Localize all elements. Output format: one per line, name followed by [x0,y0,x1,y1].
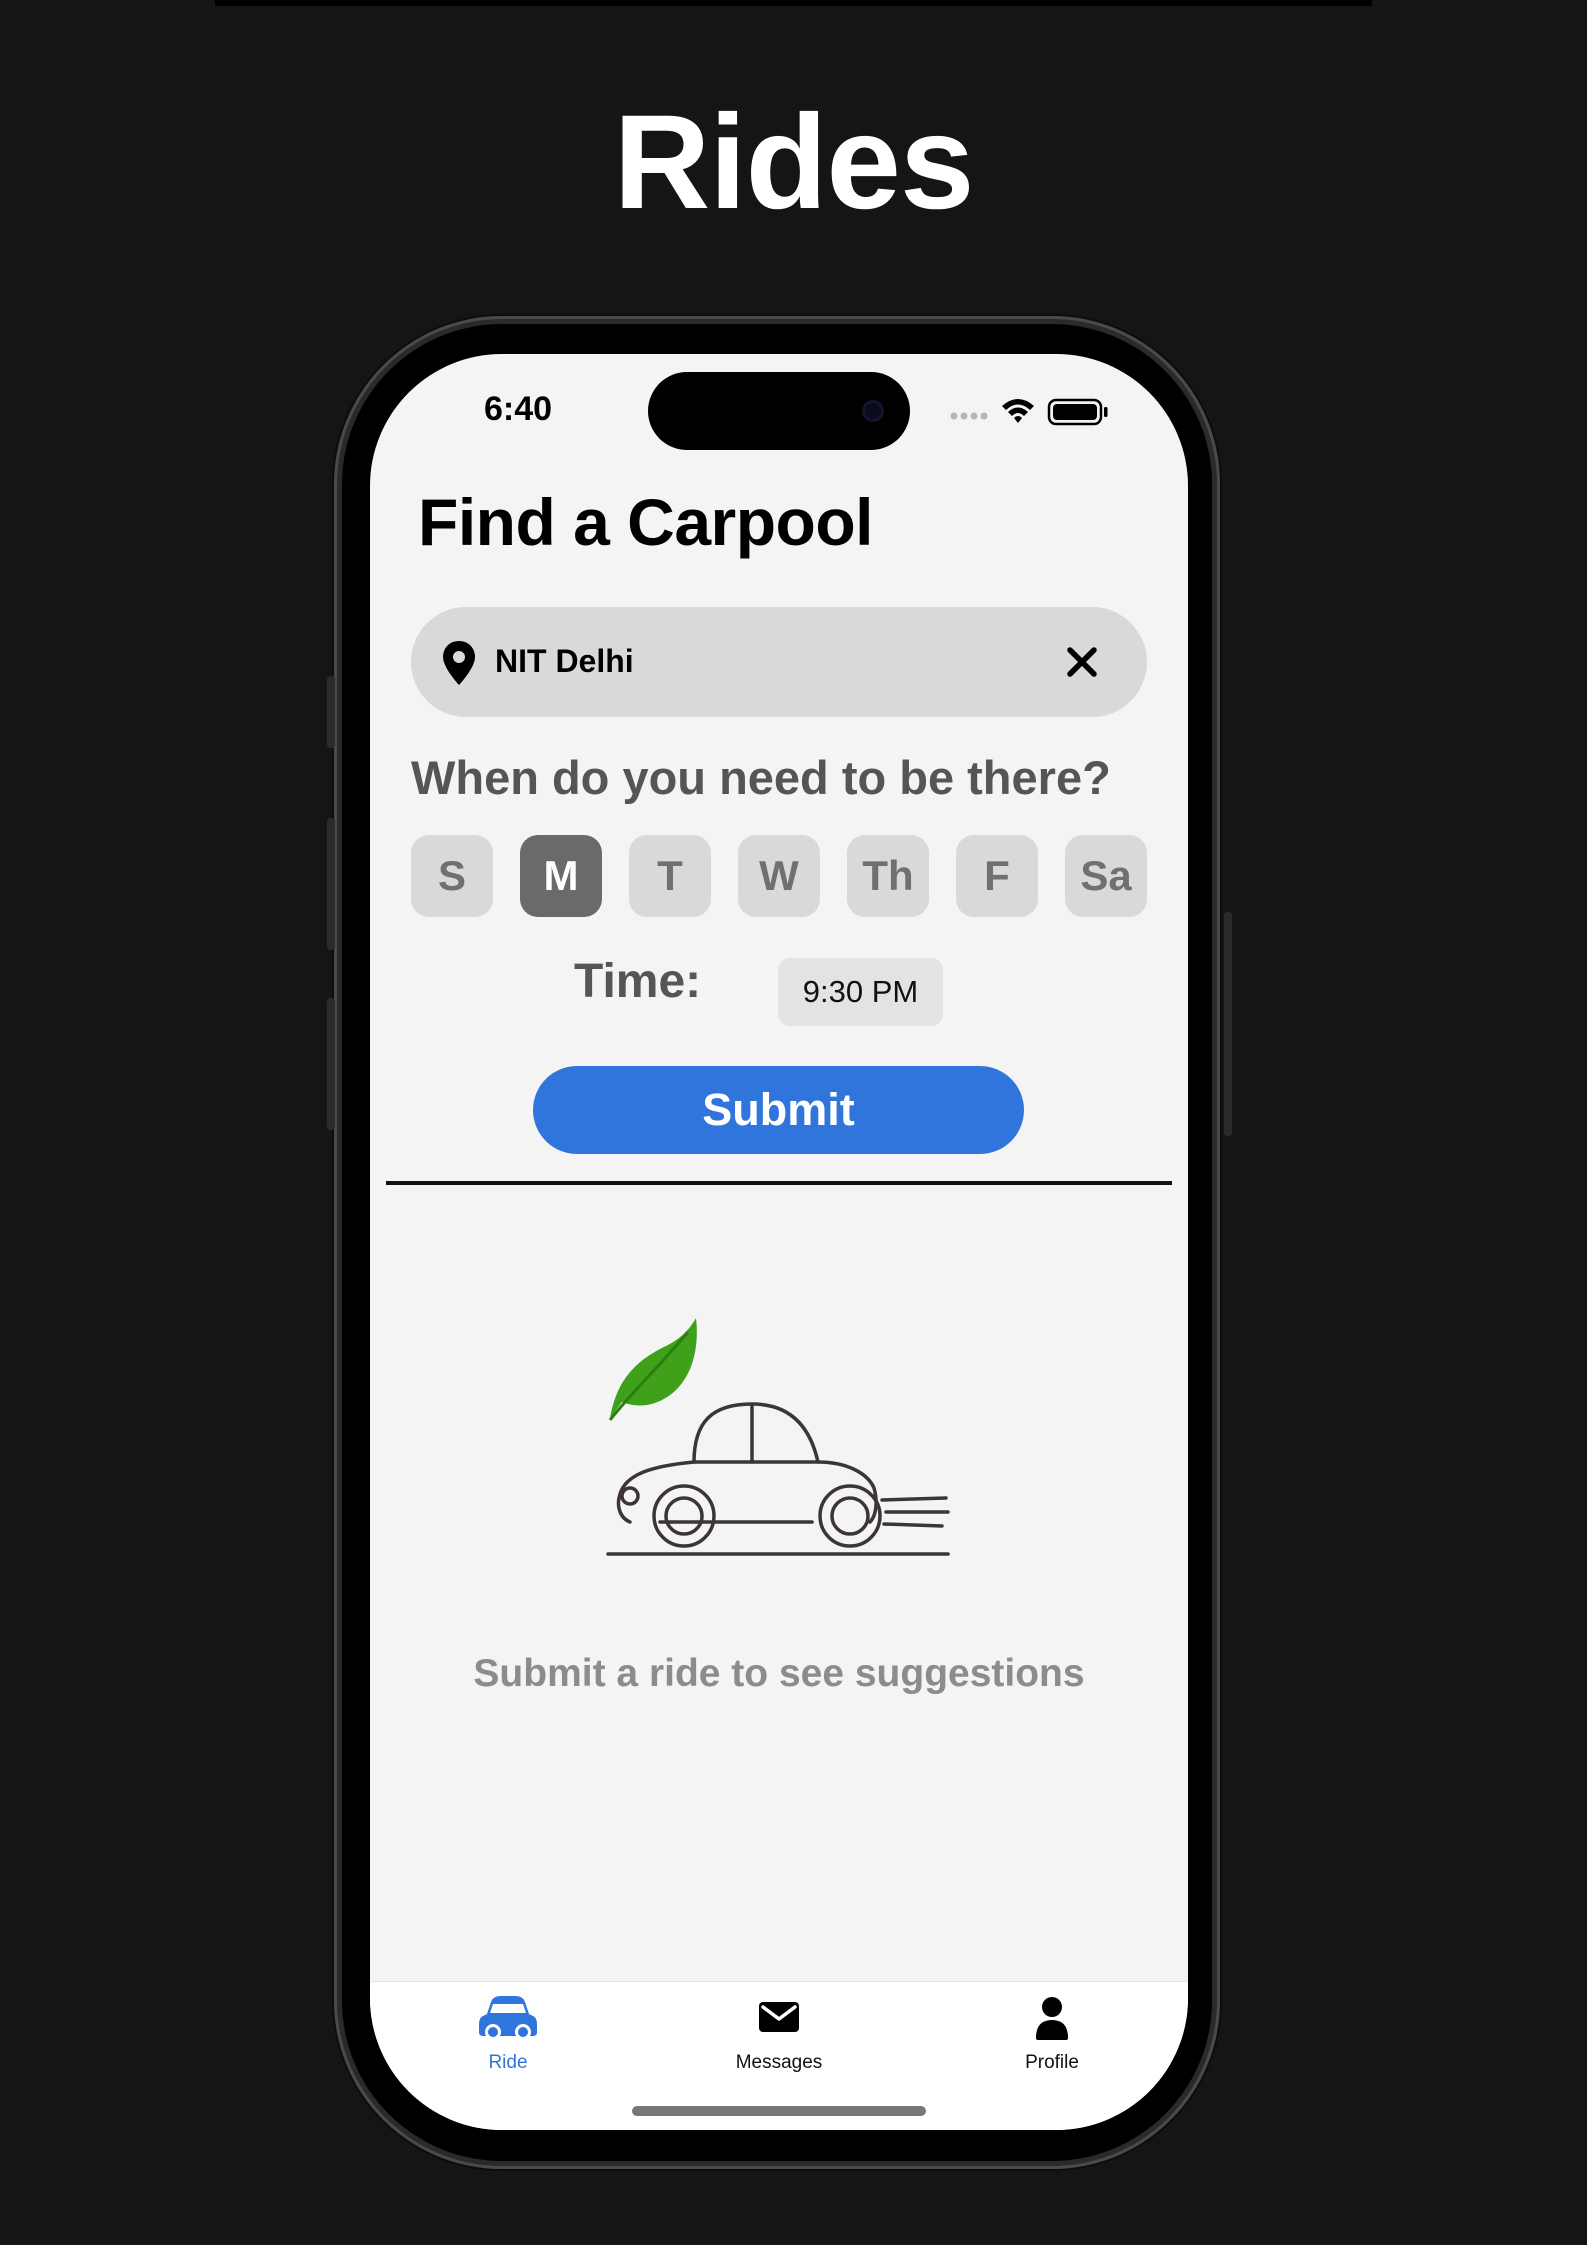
wifi-icon [1002,399,1034,423]
volume-down-button [327,998,335,1130]
day-button-monday[interactable]: M [520,835,602,917]
tab-profile-label: Profile [1025,2052,1079,2073]
day-button-wednesday[interactable]: W [738,835,820,917]
eco-car-illustration [606,1318,950,1556]
page-title: Find a Carpool [418,485,874,559]
day-button-thursday[interactable]: Th [847,835,929,917]
volume-up-button [327,818,335,950]
dynamic-island [648,372,910,450]
location-search-value: NIT Delhi [495,643,634,679]
location-search-field[interactable]: NIT Delhi [411,607,1147,717]
car-icon [479,1996,537,2040]
day-button-saturday[interactable]: Sa [1065,835,1147,917]
car-icon [606,1402,950,1556]
empty-state-text: Submit a ride to see suggestions [473,1652,1085,1695]
submit-button[interactable]: Submit [533,1066,1024,1154]
camera-icon [862,400,884,422]
phone-screen: 6:40 Find a Carpool NIT Delhi When do yo… [370,354,1188,2130]
power-button [1224,912,1232,1136]
status-icons [950,394,1130,434]
day-button-sunday[interactable]: S [411,835,493,917]
tab-ride[interactable]: Ride [408,1994,608,2074]
clear-icon[interactable] [1057,637,1107,687]
tab-messages[interactable]: Messages [679,1994,879,2074]
time-picker[interactable]: 9:30 PM [778,958,943,1026]
action-button [327,676,335,748]
arrival-question: When do you need to be there? [411,751,1111,804]
tab-profile[interactable]: Profile [952,1994,1152,2074]
home-indicator[interactable] [632,2106,926,2116]
page-heading: Rides [613,88,975,237]
location-pin-icon [443,641,475,685]
day-selector: S M T W Th F Sa [411,835,1149,917]
status-time: 6:40 [484,390,553,428]
battery-icon [1047,398,1108,426]
envelope-icon [759,2002,799,2032]
tab-ride-label: Ride [488,2052,528,2073]
signal-icon [950,412,988,420]
day-button-tuesday[interactable]: T [629,835,711,917]
time-label: Time: [574,955,702,1008]
top-border-line [215,0,1372,6]
leaf-icon [608,1318,697,1421]
divider [386,1181,1172,1185]
day-button-friday[interactable]: F [956,835,1038,917]
person-icon [1036,1997,1068,2040]
tab-messages-label: Messages [735,2052,823,2073]
